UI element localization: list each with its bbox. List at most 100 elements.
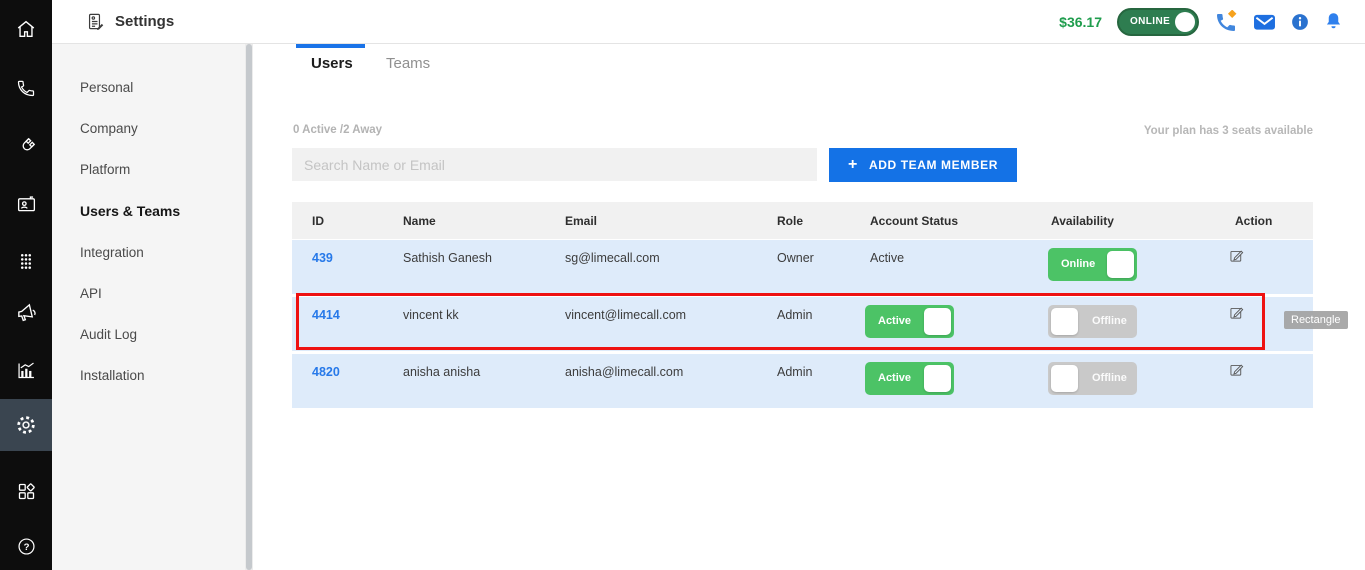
settings-doc-icon bbox=[86, 12, 105, 31]
user-role: Owner bbox=[777, 251, 814, 265]
nav-rail: ? bbox=[0, 0, 52, 570]
toggle-knob bbox=[1051, 365, 1078, 392]
users-table: ID Name Email Role Account Status Availa… bbox=[292, 202, 1313, 412]
user-email: anisha@limecall.com bbox=[565, 365, 683, 379]
topbar-right: $36.17 ONLINE bbox=[1059, 8, 1365, 36]
settings-menu-users-teams[interactable]: Users & Teams bbox=[80, 203, 180, 219]
edit-user-button[interactable] bbox=[1230, 306, 1244, 322]
settings-menu-api[interactable]: API bbox=[80, 286, 102, 301]
account-status-toggle-label: Active bbox=[878, 315, 911, 327]
account-status-toggle[interactable]: Active bbox=[865, 362, 954, 395]
availability-toggle-label: Offline bbox=[1092, 315, 1127, 327]
page-title: Settings bbox=[115, 13, 174, 30]
nav-item-leads[interactable] bbox=[0, 120, 52, 172]
toggle-knob bbox=[924, 308, 951, 335]
toggle-knob bbox=[1107, 251, 1134, 278]
tab-users[interactable]: Users bbox=[311, 55, 353, 72]
table-row: 439 Sathish Ganesh sg@limecall.com Owner… bbox=[292, 240, 1313, 294]
nav-item-dialpad[interactable] bbox=[0, 236, 52, 288]
notification-bell-icon[interactable] bbox=[1324, 11, 1343, 32]
table-row: 4414 vincent kk vincent@limecall.com Adm… bbox=[292, 297, 1313, 351]
user-role: Admin bbox=[777, 365, 812, 379]
edit-icon bbox=[1230, 363, 1244, 376]
annotation-tooltip: Rectangle bbox=[1284, 311, 1348, 329]
phone-icon bbox=[16, 78, 36, 98]
search-input[interactable] bbox=[292, 148, 817, 181]
magnet-icon bbox=[16, 136, 37, 157]
availability-toggle[interactable]: Online bbox=[1048, 248, 1137, 281]
edit-icon bbox=[1230, 306, 1244, 319]
toggle-knob bbox=[924, 365, 951, 392]
seats-note: Your plan has 3 seats available bbox=[1144, 125, 1313, 137]
megaphone-icon bbox=[15, 302, 38, 325]
envelope-icon[interactable] bbox=[1253, 12, 1276, 32]
col-header-action: Action bbox=[1235, 214, 1272, 228]
availability-toggle[interactable]: Offline bbox=[1048, 305, 1137, 338]
contact-card-icon bbox=[16, 194, 37, 215]
settings-menu-platform[interactable]: Platform bbox=[80, 162, 130, 177]
col-header-availability: Availability bbox=[1051, 214, 1114, 228]
gear-icon bbox=[15, 414, 37, 436]
active-tab-indicator bbox=[296, 44, 365, 48]
col-header-account-status: Account Status bbox=[870, 214, 958, 228]
col-header-email: Email bbox=[565, 214, 597, 228]
balance-amount[interactable]: $36.17 bbox=[1059, 14, 1102, 30]
account-status-toggle[interactable]: Active bbox=[865, 305, 954, 338]
availability-toggle-label: Online bbox=[1061, 258, 1095, 270]
nav-item-analytics[interactable] bbox=[0, 344, 52, 396]
account-status-toggle-label: Active bbox=[878, 372, 911, 384]
online-status-label: ONLINE bbox=[1130, 16, 1170, 27]
user-name: anisha anisha bbox=[403, 365, 480, 379]
availability-toggle-label: Offline bbox=[1092, 372, 1127, 384]
col-header-name: Name bbox=[403, 214, 436, 228]
nav-item-calls[interactable] bbox=[0, 62, 52, 114]
topbar: Settings $36.17 ONLINE bbox=[52, 0, 1365, 44]
plus-icon: + bbox=[848, 156, 858, 174]
nav-item-settings[interactable] bbox=[0, 399, 52, 451]
user-name: Sathish Ganesh bbox=[403, 251, 492, 265]
table-row: 4820 anisha anisha anisha@limecall.com A… bbox=[292, 354, 1313, 408]
availability-toggle[interactable]: Offline bbox=[1048, 362, 1137, 395]
user-id-link[interactable]: 439 bbox=[312, 251, 333, 265]
info-icon[interactable] bbox=[1291, 13, 1309, 31]
dialpad-icon bbox=[17, 252, 35, 272]
user-id-link[interactable]: 4414 bbox=[312, 308, 340, 322]
user-id-link[interactable]: 4820 bbox=[312, 365, 340, 379]
nav-item-help[interactable]: ? bbox=[0, 520, 52, 570]
col-header-role: Role bbox=[777, 214, 803, 228]
user-role: Admin bbox=[777, 308, 812, 322]
nav-item-apps[interactable] bbox=[0, 465, 52, 517]
bar-chart-icon bbox=[16, 360, 37, 381]
nav-item-contacts[interactable] bbox=[0, 178, 52, 230]
user-email: vincent@limecall.com bbox=[565, 308, 686, 322]
svg-text:?: ? bbox=[23, 541, 29, 552]
settings-menu: Personal Company Platform Users & Teams … bbox=[52, 44, 245, 570]
app-window: ? Settings $36.17 ONLINE bbox=[0, 0, 1365, 570]
table-header: ID Name Email Role Account Status Availa… bbox=[292, 202, 1313, 239]
account-status-text: Active bbox=[870, 251, 904, 265]
settings-menu-personal[interactable]: Personal bbox=[80, 80, 133, 95]
user-name: vincent kk bbox=[403, 308, 459, 322]
home-icon bbox=[15, 18, 37, 40]
settings-menu-audit-log[interactable]: Audit Log bbox=[80, 327, 137, 342]
nav-item-campaigns[interactable] bbox=[0, 287, 52, 339]
add-team-member-button[interactable]: + ADD TEAM MEMBER bbox=[829, 148, 1017, 182]
edit-user-button[interactable] bbox=[1230, 249, 1244, 265]
edit-user-button[interactable] bbox=[1230, 363, 1244, 379]
settings-menu-installation[interactable]: Installation bbox=[80, 368, 145, 383]
settings-menu-company[interactable]: Company bbox=[80, 121, 138, 136]
help-icon: ? bbox=[16, 536, 37, 557]
col-header-id: ID bbox=[312, 214, 324, 228]
page-title-group: Settings bbox=[86, 12, 174, 31]
online-status-toggle[interactable]: ONLINE bbox=[1117, 8, 1199, 36]
availability-summary: 0 Active /2 Away bbox=[293, 124, 382, 136]
apps-grid-icon bbox=[16, 481, 37, 502]
nav-item-home[interactable] bbox=[0, 3, 52, 55]
tab-teams[interactable]: Teams bbox=[386, 55, 430, 72]
settings-menu-integration[interactable]: Integration bbox=[80, 245, 144, 260]
edit-icon bbox=[1230, 249, 1244, 262]
subnav-scrollbar-thumb[interactable] bbox=[246, 44, 252, 570]
online-toggle-knob bbox=[1175, 12, 1195, 32]
phone-call-icon[interactable] bbox=[1214, 10, 1238, 34]
user-email: sg@limecall.com bbox=[565, 251, 660, 265]
